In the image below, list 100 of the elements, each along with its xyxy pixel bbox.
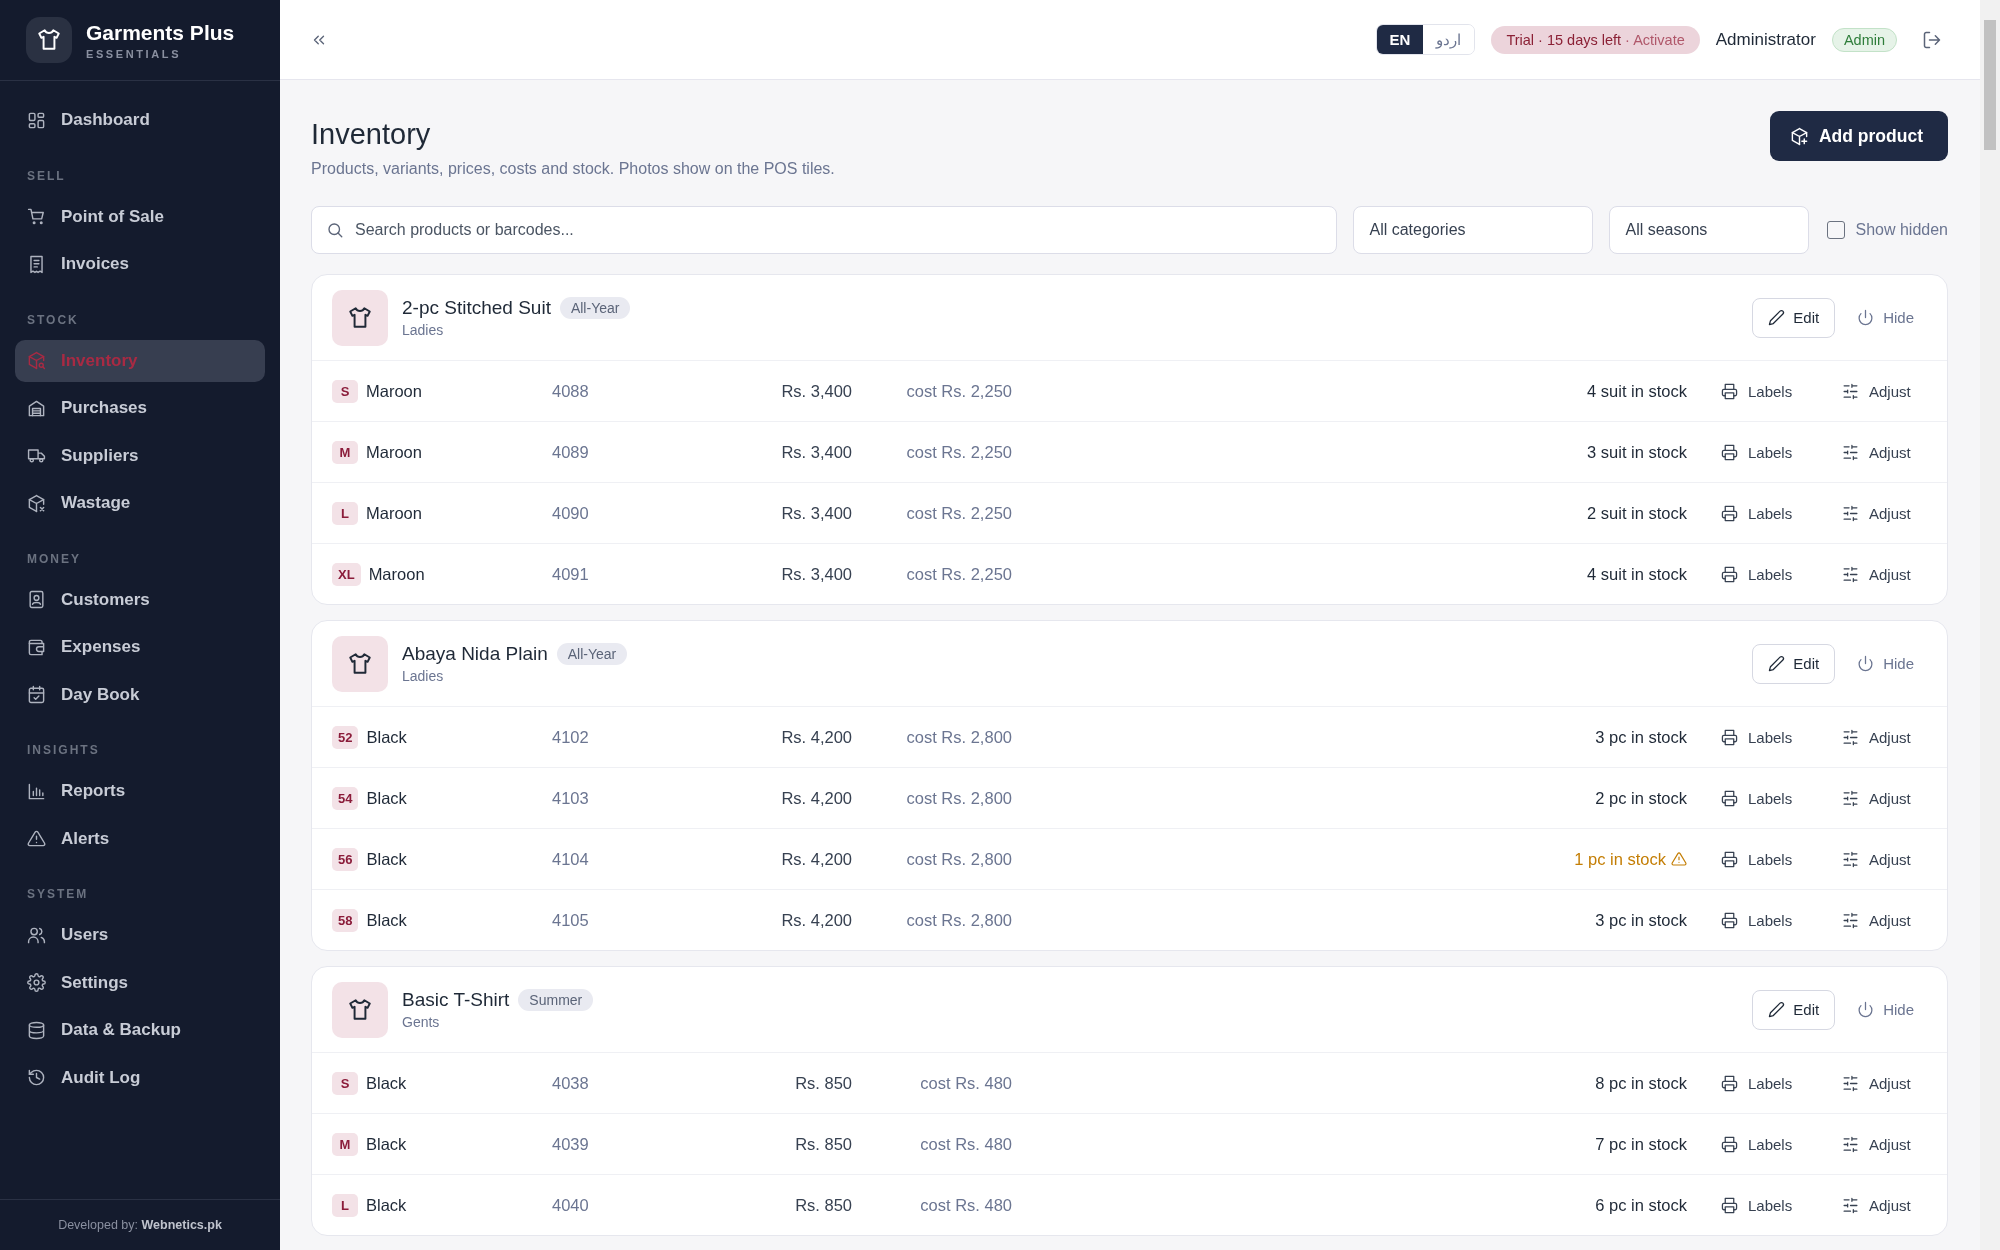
nav-item[interactable]: Expenses (15, 626, 265, 668)
printer-icon (1721, 728, 1738, 746)
history-icon (27, 1068, 46, 1087)
checkbox[interactable] (1827, 221, 1846, 239)
hide-button[interactable]: Hide (1857, 655, 1914, 672)
labels-button[interactable]: Labels (1721, 911, 1793, 929)
adjust-button[interactable]: Adjust (1842, 728, 1911, 746)
labels-button[interactable]: Labels (1721, 1196, 1793, 1214)
variant-color: Black (366, 910, 407, 930)
pencil-icon (1768, 655, 1786, 672)
shirt-icon (347, 996, 373, 1023)
nav-item[interactable]: Dashboard (15, 99, 265, 141)
nav-item[interactable]: Users (15, 914, 265, 956)
printer-icon (1721, 1135, 1738, 1153)
hide-button[interactable]: Hide (1857, 309, 1914, 326)
trial-pill[interactable]: Trial · 15 days left · Activate (1491, 25, 1700, 54)
pencil-icon (1768, 1001, 1786, 1018)
sliders-icon (1842, 382, 1859, 400)
stock-count: 6 pc in stock (1595, 1195, 1687, 1215)
adjust-button[interactable]: Adjust (1842, 789, 1911, 807)
edit-button[interactable]: Edit (1752, 989, 1836, 1030)
adjust-button[interactable]: Adjust (1842, 1196, 1911, 1214)
sliders-icon (1842, 443, 1859, 461)
adjust-button[interactable]: Adjust (1842, 504, 1911, 522)
season-tag: All-Year (556, 643, 628, 665)
adjust-button[interactable]: Adjust (1842, 1135, 1911, 1153)
pencil-icon (1768, 309, 1786, 326)
labels-button[interactable]: Labels (1721, 382, 1793, 400)
edit-button[interactable]: Edit (1752, 643, 1836, 684)
search-field[interactable]: Search products or barcodes... (311, 206, 1338, 254)
labels-button[interactable]: Labels (1721, 1074, 1793, 1092)
barcode-number: 4090 (552, 503, 590, 523)
printer-icon (1721, 911, 1738, 929)
nav-item[interactable]: Wastage (15, 482, 265, 524)
adjust-button[interactable]: Adjust (1842, 565, 1911, 583)
sliders-icon (1842, 1196, 1859, 1214)
nav-item[interactable]: Day Book (15, 673, 265, 716)
page-subtitle: Products, variants, prices, costs and stock. Photos show on the POS tiles. (311, 160, 835, 178)
shirt-icon (36, 27, 62, 53)
variant-color: Black (366, 1073, 407, 1093)
variant-color: Maroon (366, 381, 422, 401)
adjust-button[interactable]: Adjust (1842, 911, 1911, 929)
nav-item[interactable]: Purchases (15, 387, 265, 429)
nav-item[interactable]: Audit Log (15, 1056, 265, 1099)
cost: cost Rs. 480 (920, 1134, 1012, 1154)
scrollbar-thumb[interactable] (1984, 20, 1996, 150)
nav-item[interactable]: Point of Sale (15, 195, 265, 238)
labels-button[interactable]: Labels (1721, 443, 1793, 461)
barcode-number: 4040 (552, 1195, 590, 1215)
variant-color: Black (366, 727, 407, 747)
printer-icon (1721, 1074, 1738, 1092)
nav-item[interactable]: Suppliers (15, 434, 265, 477)
adjust-button[interactable]: Adjust (1842, 443, 1911, 461)
stock-count: 3 suit in stock (1587, 442, 1687, 462)
labels-button[interactable]: Labels (1721, 728, 1793, 746)
stock-count: 2 suit in stock (1587, 503, 1687, 523)
adjust-button[interactable]: Adjust (1842, 382, 1911, 400)
barcode-number: 4088 (552, 381, 590, 401)
language-toggle[interactable]: EN (1376, 25, 1424, 54)
adjust-button[interactable]: Adjust (1842, 1074, 1911, 1092)
nav-item[interactable]: Customers (15, 578, 265, 621)
variant-color: Black (366, 788, 407, 808)
barcode-number: 4105 (552, 910, 590, 930)
nav-item[interactable]: Alerts (15, 817, 265, 860)
stock-count: 4 suit in stock (1587, 564, 1687, 584)
nav-item[interactable]: Data & Backup (15, 1009, 265, 1051)
shirt-icon (347, 304, 373, 331)
add-product-button[interactable]: Add product (1770, 111, 1948, 161)
edit-button[interactable]: Edit (1752, 297, 1836, 338)
settings-icon (27, 973, 46, 992)
printer-icon (1721, 504, 1738, 522)
logout-button[interactable] (1922, 29, 1942, 50)
cost: cost Rs. 2,800 (906, 910, 1012, 930)
section-label: MONEY (26, 550, 82, 568)
labels-button[interactable]: Labels (1721, 1135, 1793, 1153)
stock-count: 3 pc in stock (1595, 727, 1687, 747)
sliders-icon (1842, 504, 1859, 522)
stock-count: 3 pc in stock (1595, 910, 1687, 930)
cost: cost Rs. 480 (920, 1195, 1012, 1215)
labels-button[interactable]: Labels (1721, 565, 1793, 583)
cost: cost Rs. 2,800 (906, 788, 1012, 808)
labels-button[interactable]: Labels (1721, 789, 1793, 807)
warning-icon (1671, 851, 1687, 867)
box-icon (27, 493, 46, 513)
nav-item[interactable]: Reports (15, 770, 265, 812)
logout-icon (1922, 29, 1942, 50)
barcode-number: 4104 (552, 849, 590, 869)
category-select[interactable]: All categories (1353, 206, 1594, 254)
nav-item[interactable]: Settings (15, 961, 265, 1004)
adjust-button[interactable]: Adjust (1842, 850, 1911, 868)
labels-button[interactable]: Labels (1721, 850, 1793, 868)
sliders-icon (1842, 1135, 1859, 1153)
price: Rs. 3,400 (781, 564, 852, 584)
printer-icon (1721, 443, 1738, 461)
hide-button[interactable]: Hide (1857, 1001, 1914, 1018)
season-select[interactable]: All seasons (1609, 206, 1810, 254)
labels-button[interactable]: Labels (1721, 504, 1793, 522)
nav-item[interactable]: Invoices (15, 243, 265, 285)
size-badge: S (332, 379, 358, 403)
variant-color: Black (366, 1134, 407, 1154)
